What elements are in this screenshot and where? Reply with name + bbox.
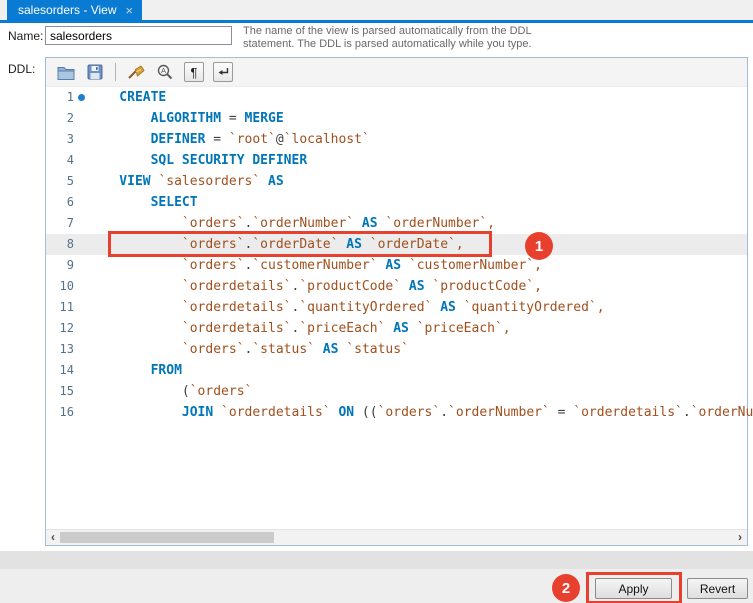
marker-spacer — [77, 318, 88, 339]
code-line-12[interactable]: 12 `orderdetails`.`priceEach` AS `priceEa… — [46, 318, 747, 339]
code-text: ALGORITHM = MERGE — [150, 111, 284, 126]
line-number: 2 — [66, 111, 74, 125]
line-number: 11 — [59, 300, 74, 314]
code-text: (`orders` — [181, 384, 253, 399]
line-number: 6 — [66, 195, 74, 209]
marker-spacer — [77, 297, 88, 318]
marker-spacer — [77, 234, 88, 255]
code-line-9[interactable]: 9 `orders`.`customerNumber` AS `customerN… — [46, 255, 747, 276]
tab-bar: salesorders - View × — [0, 0, 753, 23]
code-line-16[interactable]: 16 JOIN `orderdetails` ON ((`orders`.`ord… — [46, 402, 753, 423]
line-number: 15 — [59, 384, 74, 398]
code-text: JOIN `orderdetails` ON ((`orders`.`order… — [181, 405, 753, 420]
line-number: 14 — [59, 363, 74, 377]
ddl-label: DDL: — [8, 62, 36, 76]
show-invisibles-icon[interactable]: ¶ — [184, 62, 204, 82]
pilcrow-glyph: ¶ — [190, 64, 198, 80]
marker-spacer — [77, 213, 88, 234]
view-name-input[interactable] — [45, 26, 232, 45]
code-text: `orders`.`orderNumber` AS `orderNumber`, — [181, 216, 495, 231]
annotation-step-2: 2 — [552, 574, 580, 602]
marker-spacer — [77, 255, 88, 276]
svg-text:A: A — [161, 66, 166, 75]
help-text-line2: statement. The DDL is parsed automatical… — [243, 38, 532, 50]
line-number: 9 — [66, 258, 74, 272]
line-number: 3 — [66, 132, 74, 146]
line-number: 13 — [59, 342, 74, 356]
code-text: `orders`.`customerNumber` AS `customerNu… — [181, 258, 542, 273]
marker-spacer — [77, 381, 88, 402]
line-number: 8 — [66, 237, 74, 251]
marker-spacer — [77, 276, 88, 297]
ddl-editor: A ¶ 1 CREATE 2 ALGORITHM = MERGE 3 DEFINER = … — [45, 57, 753, 546]
code-text: `orders`.`orderDate` AS `orderDate`, — [181, 237, 464, 252]
word-wrap-icon[interactable] — [213, 62, 233, 82]
marker-spacer — [77, 150, 88, 171]
tab-title: salesorders - View — [18, 3, 117, 17]
code-text: DEFINER = `root`@`localhost` — [150, 132, 370, 147]
tab-salesorders-view[interactable]: salesorders - View × — [7, 0, 143, 20]
marker-spacer — [77, 171, 88, 192]
code-line-15[interactable]: 15 (`orders` — [46, 381, 747, 402]
tab-accent-underline — [0, 20, 753, 23]
line-number: 7 — [66, 216, 74, 230]
line-number: 4 — [66, 153, 74, 167]
code-line-13[interactable]: 13 `orders`.`status` AS `status` — [46, 339, 747, 360]
scroll-right-icon[interactable]: › — [738, 530, 742, 544]
code-text: `orderdetails`.`priceEach` AS `priceEach… — [181, 321, 511, 336]
line-number: 5 — [66, 174, 74, 188]
name-label: Name: — [8, 29, 44, 43]
horizontal-scrollbar[interactable]: ‹ › — [46, 529, 747, 545]
statement-marker-icon — [77, 87, 88, 108]
scroll-left-icon[interactable]: ‹ — [51, 530, 55, 544]
code-line-11[interactable]: 11 `orderdetails`.`quantityOrdered` AS `q… — [46, 297, 747, 318]
open-file-icon[interactable] — [56, 62, 76, 82]
marker-spacer — [77, 129, 88, 150]
marker-spacer — [77, 360, 88, 381]
marker-spacer — [77, 192, 88, 213]
code-line-6[interactable]: 6 SELECT — [46, 192, 747, 213]
save-icon[interactable] — [85, 62, 105, 82]
help-text-line1: The name of the view is parsed automatic… — [243, 25, 532, 37]
code-text: CREATE — [119, 90, 167, 105]
code-line-5[interactable]: 5 VIEW `salesorders` AS — [46, 171, 747, 192]
code-text: VIEW `salesorders` AS — [119, 174, 284, 189]
toolbar-separator — [115, 63, 116, 81]
line-number: 10 — [59, 279, 74, 293]
code-line-10[interactable]: 10 `orderdetails`.`productCode` AS `produ… — [46, 276, 747, 297]
view-editor-window: salesorders - View × Name: The name of t… — [0, 0, 753, 603]
annotation-step-1: 1 — [525, 232, 553, 260]
line-number: 12 — [59, 321, 74, 335]
code-line-3[interactable]: 3 DEFINER = `root`@`localhost` — [46, 129, 747, 150]
code-lines[interactable]: 1 CREATE 2 ALGORITHM = MERGE 3 DEFINER = `roo… — [46, 87, 753, 423]
code-text: `orders`.`status` AS `status` — [181, 342, 409, 357]
marker-spacer — [77, 402, 88, 423]
apply-button[interactable]: Apply — [595, 578, 672, 599]
code-text: `orderdetails`.`quantityOrdered` AS `qua… — [181, 300, 605, 315]
code-text: `orderdetails`.`productCode` AS `product… — [181, 279, 542, 294]
code-text: SQL SECURITY DEFINER — [150, 153, 308, 168]
marker-spacer — [77, 108, 88, 129]
editor-toolbar: A ¶ — [46, 58, 747, 87]
tab-close-icon[interactable]: × — [125, 4, 133, 17]
code-line-14[interactable]: 14 FROM — [46, 360, 747, 381]
beautify-icon[interactable] — [126, 62, 146, 82]
code-line-4[interactable]: 4 SQL SECURITY DEFINER — [46, 150, 747, 171]
code-text: SELECT — [150, 195, 198, 210]
code-text: FROM — [150, 363, 182, 378]
line-number: 16 — [59, 405, 74, 419]
find-icon[interactable]: A — [155, 62, 175, 82]
code-line-7[interactable]: 7 `orders`.`orderNumber` AS `orderNumber`… — [46, 213, 747, 234]
scrollbar-thumb[interactable] — [60, 532, 274, 543]
footer-separator-strip — [0, 551, 753, 569]
code-line-1[interactable]: 1 CREATE — [46, 87, 747, 108]
line-number: 1 — [66, 90, 74, 104]
help-text: The name of the view is parsed automatic… — [243, 25, 532, 51]
code-line-8[interactable]: 8 `orders`.`orderDate` AS `orderDate`, — [46, 234, 747, 255]
code-line-2[interactable]: 2 ALGORITHM = MERGE — [46, 108, 747, 129]
marker-spacer — [77, 339, 88, 360]
revert-button[interactable]: Revert — [687, 578, 748, 599]
